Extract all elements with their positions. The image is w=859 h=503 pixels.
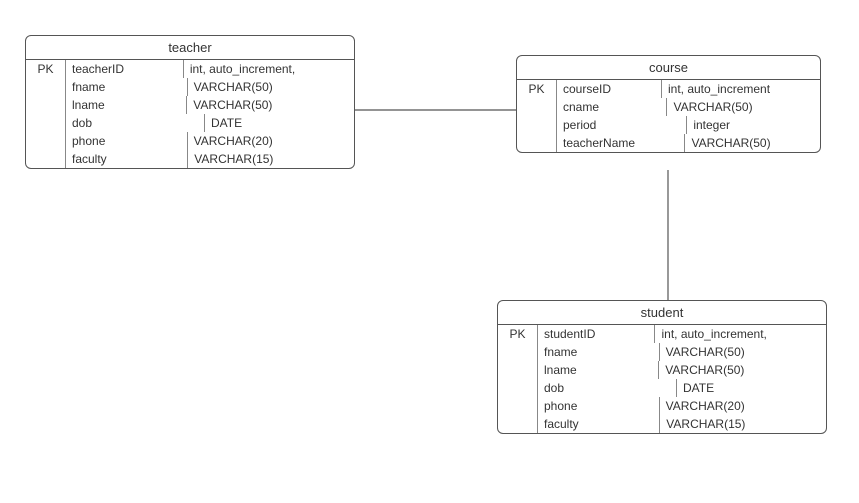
pk-cell: PK <box>517 80 557 98</box>
entity-teacher: teacher PK teacherID int, auto_increment… <box>25 35 355 169</box>
type-cell: VARCHAR(50) <box>660 343 826 361</box>
table-row: phone VARCHAR(20) <box>498 397 826 415</box>
entity-teacher-body: PK teacherID int, auto_increment, fname … <box>26 60 354 168</box>
type-cell: VARCHAR(20) <box>660 397 826 415</box>
type-cell: VARCHAR(20) <box>188 132 354 150</box>
table-row: period integer <box>517 116 820 134</box>
type-cell: int, auto_increment, <box>184 60 354 78</box>
pk-cell <box>517 116 557 134</box>
table-row: teacherName VARCHAR(50) <box>517 134 820 152</box>
table-row: PK studentID int, auto_increment, <box>498 325 826 343</box>
type-cell: VARCHAR(50) <box>659 361 826 379</box>
pk-cell <box>498 361 538 379</box>
type-cell: VARCHAR(15) <box>660 415 826 433</box>
entity-course: course PK courseID int, auto_increment c… <box>516 55 821 153</box>
table-row: lname VARCHAR(50) <box>26 96 354 114</box>
pk-cell <box>498 397 538 415</box>
pk-cell <box>26 132 66 150</box>
name-cell: teacherName <box>557 134 685 152</box>
name-cell: fname <box>66 78 188 96</box>
type-cell: DATE <box>205 114 354 132</box>
table-row: faculty VARCHAR(15) <box>498 415 826 433</box>
pk-cell: PK <box>26 60 66 78</box>
entity-course-body: PK courseID int, auto_increment cname VA… <box>517 80 820 152</box>
name-cell: dob <box>66 114 205 132</box>
pk-cell: PK <box>498 325 538 343</box>
type-cell: VARCHAR(50) <box>667 98 820 116</box>
name-cell: phone <box>66 132 188 150</box>
pk-cell <box>517 134 557 152</box>
name-cell: faculty <box>538 415 660 433</box>
table-row: PK courseID int, auto_increment <box>517 80 820 98</box>
name-cell: period <box>557 116 687 134</box>
entity-course-title: course <box>517 56 820 80</box>
table-row: fname VARCHAR(50) <box>26 78 354 96</box>
type-cell: VARCHAR(50) <box>685 134 820 152</box>
name-cell: lname <box>66 96 187 114</box>
type-cell: int, auto_increment <box>662 80 820 98</box>
pk-cell <box>26 96 66 114</box>
entity-teacher-title: teacher <box>26 36 354 60</box>
pk-cell <box>26 114 66 132</box>
table-row: dob DATE <box>498 379 826 397</box>
name-cell: phone <box>538 397 660 415</box>
table-row: fname VARCHAR(50) <box>498 343 826 361</box>
entity-student-title: student <box>498 301 826 325</box>
type-cell: VARCHAR(50) <box>188 78 354 96</box>
pk-cell <box>498 379 538 397</box>
type-cell: VARCHAR(15) <box>188 150 354 168</box>
pk-cell <box>26 78 66 96</box>
table-row: PK teacherID int, auto_increment, <box>26 60 354 78</box>
name-cell: fname <box>538 343 660 361</box>
entity-student-body: PK studentID int, auto_increment, fname … <box>498 325 826 433</box>
name-cell: faculty <box>66 150 188 168</box>
pk-cell <box>517 98 557 116</box>
name-cell: dob <box>538 379 677 397</box>
table-row: lname VARCHAR(50) <box>498 361 826 379</box>
name-cell: studentID <box>538 325 655 343</box>
type-cell: int, auto_increment, <box>655 325 826 343</box>
table-row: dob DATE <box>26 114 354 132</box>
table-row: faculty VARCHAR(15) <box>26 150 354 168</box>
pk-cell <box>26 150 66 168</box>
name-cell: courseID <box>557 80 662 98</box>
name-cell: lname <box>538 361 659 379</box>
type-cell: integer <box>687 116 820 134</box>
table-row: phone VARCHAR(20) <box>26 132 354 150</box>
type-cell: VARCHAR(50) <box>187 96 354 114</box>
entity-student: student PK studentID int, auto_increment… <box>497 300 827 434</box>
type-cell: DATE <box>677 379 826 397</box>
table-row: cname VARCHAR(50) <box>517 98 820 116</box>
name-cell: cname <box>557 98 667 116</box>
pk-cell <box>498 343 538 361</box>
pk-cell <box>498 415 538 433</box>
name-cell: teacherID <box>66 60 184 78</box>
